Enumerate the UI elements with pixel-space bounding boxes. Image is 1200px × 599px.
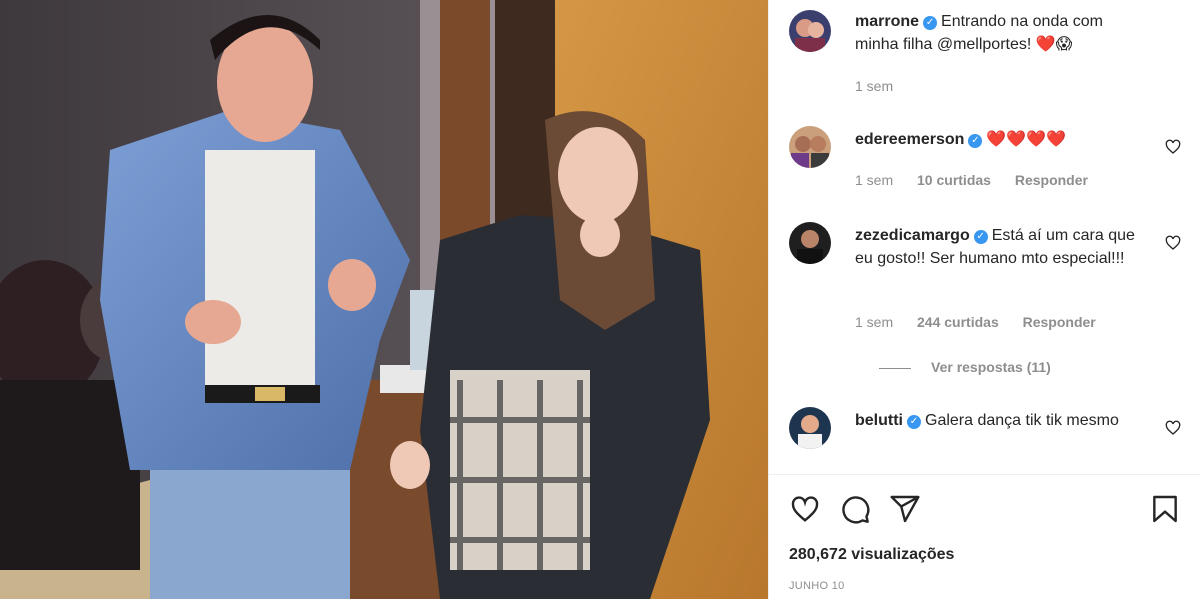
comment-username[interactable]: belutti [855,412,903,429]
reply-button[interactable]: Responder [1015,172,1088,188]
comment-icon[interactable] [839,493,871,525]
action-bar [789,493,1181,525]
comment-text: belutti ✓ Galera dança tik tik mesmo [855,409,1145,432]
paper-plane-icon[interactable] [889,493,921,525]
heart-icon[interactable] [1165,139,1181,155]
author-avatar-image [789,10,831,52]
post-footer: 280,672 visualizações JUNHO 10 [769,474,1200,599]
comment-body: ❤️❤️❤️❤️ [986,131,1067,148]
commenter-avatar-image [789,407,831,449]
instagram-post-view: marrone ✓ Entrando na onda com minha filha… [0,0,1200,599]
video-frame-illustration [0,0,768,599]
reply-button[interactable]: Responder [1023,314,1096,330]
author-username[interactable]: marrone [855,13,919,30]
comment-item: edereemerson ✓ ❤️❤️❤️❤️ 1 sem 10 curtidas … [789,126,1185,196]
comments-list[interactable]: marrone ✓ Entrando na onda com minha filha… [769,0,1200,474]
bookmark-icon[interactable] [1149,493,1181,525]
verified-badge-icon: ✓ [923,16,938,30]
comment-item: zezedicamargo ✓ Está aí um cara que eu gos… [789,222,1185,382]
commenter-avatar-image [789,222,831,264]
avatar[interactable] [789,10,831,52]
post-side-panel: marrone ✓ Entrando na onda com minha filha… [768,0,1200,599]
comment-username[interactable]: edereemerson [855,131,964,148]
comment-time[interactable]: 1 sem [855,172,893,188]
verified-badge-icon: ✓ [968,134,983,148]
view-replies-button[interactable]: Ver respostas (11) [879,359,1051,375]
comment-username[interactable]: zezedicamargo [855,227,970,244]
heart-icon[interactable] [1165,235,1181,251]
comment-item: belutti ✓ Galera dança tik tik mesmo [789,407,1185,467]
verified-badge-icon: ✓ [907,415,921,429]
heart-icon[interactable] [789,493,821,525]
caption-time[interactable]: 1 sem [855,78,893,94]
avatar[interactable] [789,407,831,449]
commenter-avatar-image [789,126,831,168]
comment-likes[interactable]: 244 curtidas [917,314,999,330]
post-caption: marrone ✓ Entrando na onda com minha filha… [789,10,1185,100]
post-video[interactable] [0,0,768,599]
verified-badge-icon: ✓ [973,230,988,244]
comment-meta: 1 sem 10 curtidas Responder [855,172,1108,188]
caption-meta: 1 sem [855,78,913,94]
comment-body: Galera dança tik tik mesmo [925,412,1119,429]
comment-text: edereemerson ✓ ❤️❤️❤️❤️ [855,128,1145,151]
comment-text: zezedicamargo ✓ Está aí um cara que eu gos… [855,224,1145,270]
heart-icon[interactable] [1165,420,1181,436]
view-count[interactable]: 280,672 visualizações [789,546,954,564]
post-date[interactable]: JUNHO 10 [789,580,845,592]
comment-time[interactable]: 1 sem [855,314,893,330]
caption-text: marrone ✓ Entrando na onda com minha filha… [855,10,1145,56]
avatar[interactable] [789,126,831,168]
avatar[interactable] [789,222,831,264]
comment-likes[interactable]: 10 curtidas [917,172,991,188]
comment-meta: 1 sem 244 curtidas Responder [855,314,1116,330]
